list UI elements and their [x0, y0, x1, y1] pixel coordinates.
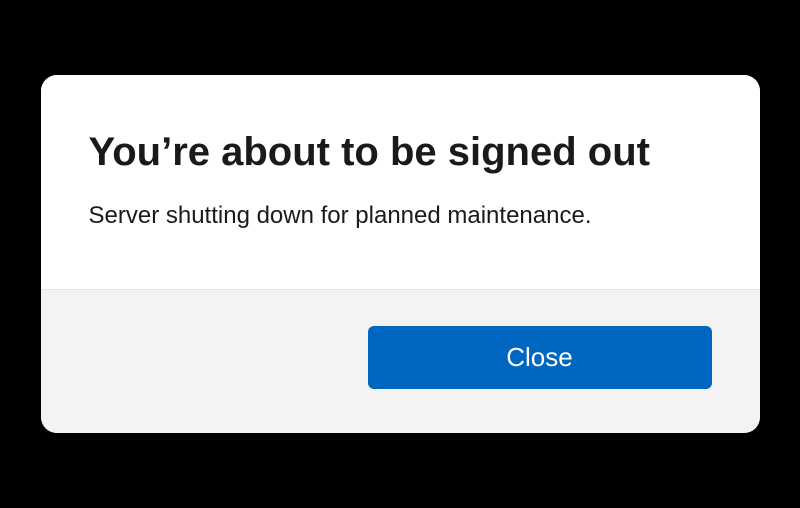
close-button[interactable]: Close	[368, 326, 712, 389]
dialog-body: You’re about to be signed out Server shu…	[41, 75, 760, 289]
dialog-title: You’re about to be signed out	[89, 127, 712, 177]
dialog-footer: Close	[41, 289, 760, 433]
signout-dialog: You’re about to be signed out Server shu…	[41, 75, 760, 433]
dialog-message: Server shutting down for planned mainten…	[89, 199, 712, 233]
